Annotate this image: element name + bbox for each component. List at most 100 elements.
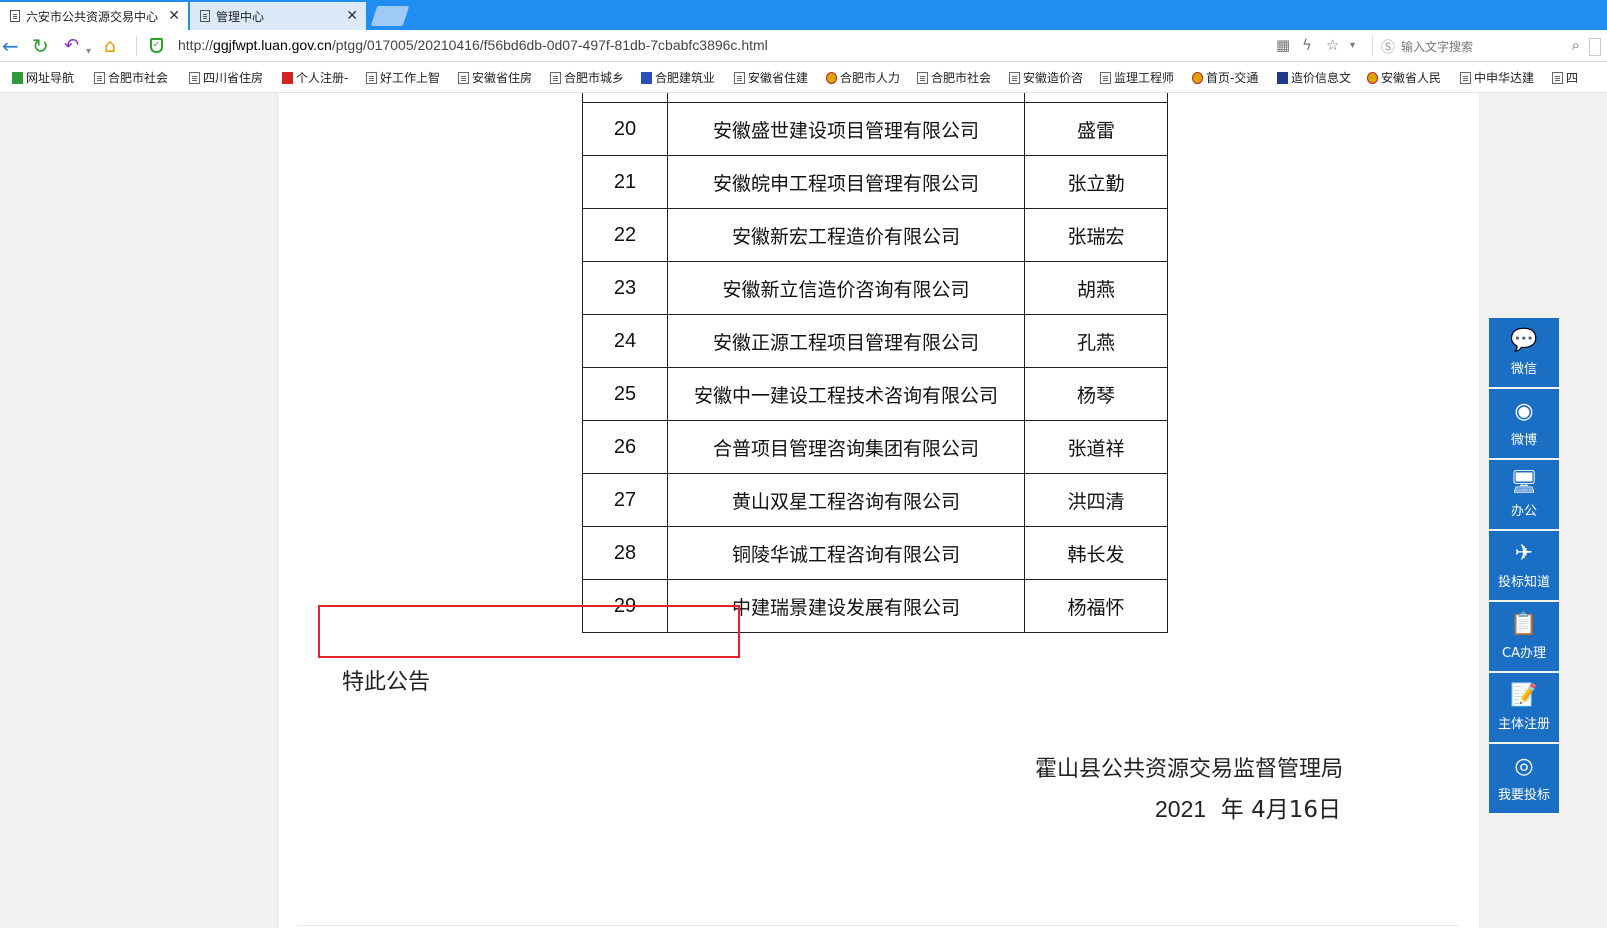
side-toolbar: 💬 微信 ◉ 微博 🖥 办公 ✈ 投标知道 📋 CA办理 📝 主体注册 ◎ 我要投标 <box>1489 318 1559 815</box>
home-icon[interactable]: ⌂ <box>104 34 116 58</box>
bookmark-item[interactable]: 四川省住房 <box>189 69 263 86</box>
contact-person: 胡燕 <box>1024 261 1168 315</box>
page-icon <box>550 71 561 84</box>
issuing-authority: 霍山县公共资源交易监督管理局 <box>1034 757 1343 782</box>
table-row: 22 安徽新宏工程造价有限公司 张瑞宏 <box>582 208 1168 262</box>
date-year: 2021 <box>1154 796 1207 822</box>
contact-person: 张立勤 <box>1024 155 1168 209</box>
tab-management-center[interactable]: 管理中心 ✕ <box>190 2 366 30</box>
bookmark-item[interactable]: 首页-交通 <box>1192 69 1258 86</box>
page-icon <box>10 10 20 22</box>
url-path: /ptgg/017005/20210416/f56bd6db-0d07-497f… <box>331 37 768 53</box>
site-favicon-icon <box>641 71 652 84</box>
sidebar-item-label: CA办理 <box>1502 646 1546 661</box>
row-number: 23 <box>582 261 668 315</box>
search-box: Ⓢ ⌕ <box>1372 35 1584 58</box>
bookmark-item[interactable]: 造价信息文 <box>1277 69 1351 86</box>
sidebar-item-7[interactable]: ◎ 我要投标 <box>1489 744 1559 813</box>
bookmark-label: 合肥建筑业 <box>655 71 716 85</box>
reload-icon[interactable]: ↻ <box>32 34 49 58</box>
contact-person: 杨琴 <box>1024 367 1168 421</box>
wechat-icon: 💬 <box>1510 328 1538 353</box>
bookmark-item[interactable]: 安徽省人民 <box>1367 69 1441 86</box>
security-shield-icon[interactable]: ✓ <box>150 38 163 53</box>
company-name: 安徽新立信造价咨询有限公司 <box>667 261 1025 315</box>
bookmark-label: 合肥市社会 <box>108 71 169 85</box>
row-number: 27 <box>582 473 668 527</box>
sidebar-item-label: 微博 <box>1510 433 1537 448</box>
bookmark-item[interactable]: 合肥市社会 <box>917 69 991 86</box>
site-favicon-icon <box>12 71 23 84</box>
bookmark-item[interactable]: 四 <box>1552 69 1578 86</box>
sidebar-item-5[interactable]: 📋 CA办理 <box>1489 602 1559 671</box>
back-arrow-icon[interactable]: ← <box>2 34 19 58</box>
bookmark-label: 四 <box>1566 71 1579 85</box>
tab-title: 管理中心 <box>216 9 265 24</box>
table-row: 20 安徽盛世建设项目管理有限公司 盛雷 <box>582 102 1168 156</box>
bookmark-item[interactable]: 合肥市社会 <box>94 69 168 86</box>
bookmark-item[interactable]: 安徽省住房 <box>458 69 532 86</box>
company-name: 合普项目管理咨询集团有限公司 <box>667 420 1025 474</box>
search-input[interactable] <box>1399 36 1553 58</box>
bookmark-label: 个人注册- <box>296 71 349 85</box>
page-icon <box>734 71 745 84</box>
close-icon[interactable]: ✕ <box>168 8 180 24</box>
search-icon[interactable]: ⌕ <box>1572 36 1580 54</box>
bookmark-item[interactable]: 合肥建筑业 <box>641 69 715 86</box>
chevron-down-icon[interactable]: ▾ <box>86 40 91 64</box>
bookmark-item[interactable]: 安徽省住建 <box>734 69 808 86</box>
sidebar-item-3[interactable]: 🖥 办公 <box>1489 460 1559 529</box>
search-engine-icon[interactable]: Ⓢ <box>1381 37 1395 57</box>
bookmark-item[interactable]: 安徽造价咨 <box>1009 69 1083 86</box>
star-icon[interactable]: ☆ <box>1326 36 1339 54</box>
bookmark-item[interactable]: 中申华达建 <box>1460 69 1534 86</box>
bookmark-label: 四川省住房 <box>203 71 264 85</box>
contact-person: 盛雷 <box>1024 102 1168 156</box>
qr-code-icon[interactable]: ▦ <box>1276 36 1290 54</box>
monitor-icon: 🖥 <box>1510 470 1538 495</box>
company-name: 安徽皖申工程项目管理有限公司 <box>667 155 1025 209</box>
divider <box>298 925 1458 926</box>
bookmark-label: 好工作上智 <box>380 71 441 85</box>
contact-person: 孔燕 <box>1024 314 1168 368</box>
weibo-icon: ◉ <box>1514 399 1534 424</box>
page-icon <box>917 71 928 84</box>
bookmarks-bar: 网址导航 合肥市社会 四川省住房 个人注册- 好工作上智 安徽省住房 合肥市城乡 合肥建筑业 安… <box>0 62 1607 93</box>
clipboard-icon: 📋 <box>1510 612 1538 637</box>
bookmark-item[interactable]: 监理工程师 <box>1100 69 1174 86</box>
bookmark-item[interactable]: 网址导航 <box>12 69 74 86</box>
lightning-icon[interactable]: ϟ <box>1302 36 1312 54</box>
sidebar-item-4[interactable]: ✈ 投标知道 <box>1489 531 1559 600</box>
tab-lu-an-trading-center[interactable]: 六安市公共资源交易中心 ✕ <box>0 2 188 30</box>
site-favicon-icon <box>282 71 293 84</box>
url-field[interactable]: http://ggjfwpt.luan.gov.cn/ptgg/017005/2… <box>178 37 768 53</box>
new-tab-button[interactable] <box>370 6 410 26</box>
bookmark-item[interactable]: 个人注册- <box>282 69 348 86</box>
bookmark-item[interactable]: 合肥市人力 <box>826 69 900 86</box>
site-favicon-icon <box>1192 71 1203 84</box>
bookmark-label: 合肥市城乡 <box>564 71 625 85</box>
bookmark-item[interactable]: 好工作上智 <box>366 69 440 86</box>
row-number: 26 <box>582 420 668 474</box>
bookmark-label: 造价信息文 <box>1291 71 1352 85</box>
sidebar-item-1[interactable]: 💬 微信 <box>1489 318 1559 387</box>
company-name: 安徽盛世建设项目管理有限公司 <box>667 102 1025 156</box>
sidebar-item-2[interactable]: ◉ 微博 <box>1489 389 1559 458</box>
page-icon <box>1009 71 1020 84</box>
table-viewport: 19安徽省新尚所工程咨询集团有限公司周军20安徽盛世建设项目管理有限公司盛雷21… <box>279 93 1479 673</box>
page-icon <box>1552 71 1563 84</box>
table-row: 26 合普项目管理咨询集团有限公司 张道祥 <box>582 420 1168 474</box>
menu-edge-icon[interactable] <box>1589 38 1601 56</box>
page-icon <box>366 71 377 84</box>
sidebar-item-label: 主体注册 <box>1497 717 1550 732</box>
undo-icon[interactable]: ↶ <box>64 34 79 58</box>
bookmark-item[interactable]: 合肥市城乡 <box>550 69 624 86</box>
table-row: 21 安徽皖申工程项目管理有限公司 张立勤 <box>582 155 1168 209</box>
company-name: 安徽新宏工程造价有限公司 <box>667 208 1025 262</box>
company-name: 铜陵华诚工程咨询有限公司 <box>667 526 1025 580</box>
sidebar-item-6[interactable]: 📝 主体注册 <box>1489 673 1559 742</box>
chevron-down-icon[interactable]: ▾ <box>1350 40 1355 51</box>
contact-person: 张道祥 <box>1024 420 1168 474</box>
close-icon[interactable]: ✕ <box>346 8 358 24</box>
bookmark-label: 合肥市社会 <box>931 71 992 85</box>
